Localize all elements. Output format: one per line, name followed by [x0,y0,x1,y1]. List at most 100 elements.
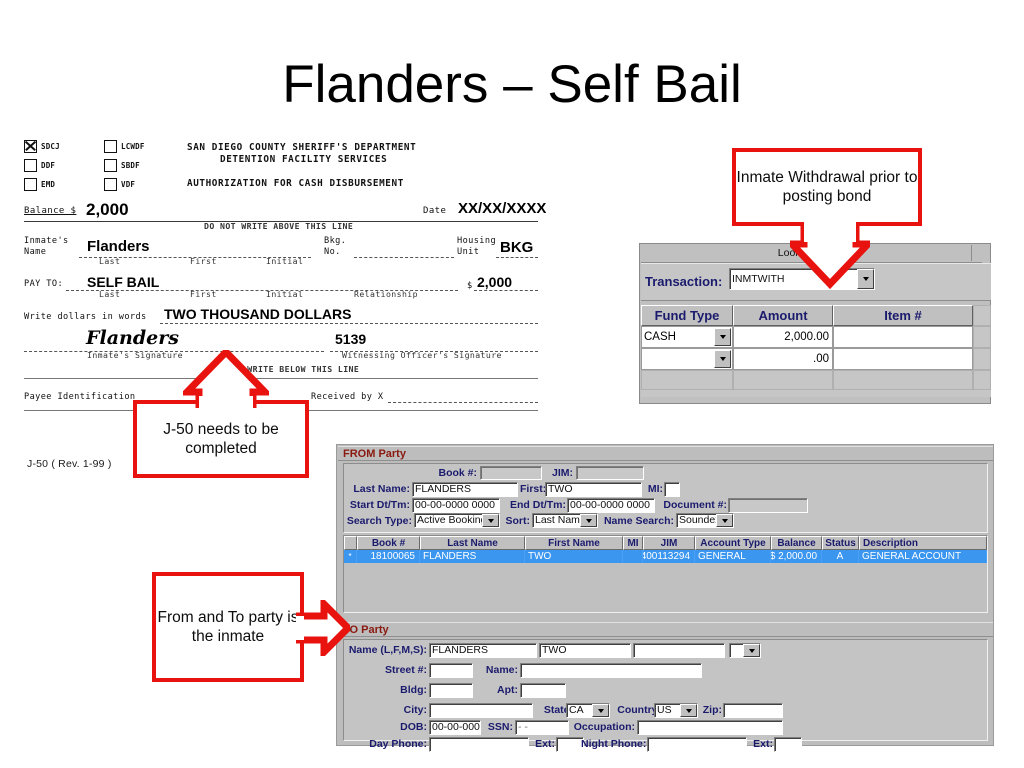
fund-grid-row-2-chevron-down-icon[interactable] [714,350,731,368]
checkbox-sbdf-icon[interactable] [104,159,117,172]
checkbox-row-sdcj[interactable]: SDCJ [24,140,60,153]
bldg-label: Bldg: [400,684,427,696]
name-search-label: Name Search: [603,515,674,527]
balance-label: Balance $ [24,206,77,216]
ssn-input[interactable]: - - [515,720,569,735]
callout-inmate-withdrawal-text: Inmate Withdrawal prior to posting bond [736,168,918,205]
results-grid-header-description[interactable]: Description [859,536,987,550]
balance-value: 2,000 [86,200,129,219]
fund-grid-row-2-item[interactable] [833,348,973,370]
fund-grid-row-1-filler [973,326,991,348]
checkbox-row-sbdf[interactable]: SBDF [104,159,140,172]
ssn-value: - - [518,721,528,733]
jim-input[interactable] [576,466,644,480]
day-ext-input[interactable] [556,737,584,752]
checkbox-ddf-icon[interactable] [24,159,37,172]
results-grid-header-row: Book # Last Name First Name MI JIM Accou… [344,536,987,550]
to-name-suffix-chevron-down-icon[interactable] [743,644,760,657]
checkbox-vdf-icon[interactable] [104,178,117,191]
fund-grid-row-2-filler [973,348,991,370]
fund-grid-row-1-fund-type-value: CASH [644,331,676,343]
payto-amount-symbol: $ [467,281,473,291]
to-name-suffix-select[interactable] [729,643,761,658]
checkbox-row-lcwdf[interactable]: LCWDF [104,140,145,153]
divider-housing-unit [496,257,538,258]
checkbox-row-ddf[interactable]: DDF [24,159,55,172]
fund-grid-row-1-chevron-down-icon[interactable] [714,328,731,346]
book-number-input[interactable] [480,466,542,480]
results-grid-header-mi[interactable]: MI [623,536,643,550]
name-search-chevron-down-icon[interactable] [716,514,733,527]
results-row-mi [623,550,643,563]
country-chevron-down-icon[interactable] [680,704,697,717]
received-by-label: Received by X [311,392,384,402]
street-name-input[interactable] [520,663,702,678]
fund-grid-row-1-fund-type[interactable]: CASH [641,326,733,348]
dob-input[interactable]: 00-00-0000 [429,720,481,735]
party-panel: FROM Party Book #: JIM: Last Name: FLAND… [336,444,994,752]
fund-grid-header-item: Item # [833,305,973,326]
day-phone-label: Day Phone: [369,738,427,750]
bldg-input[interactable] [429,683,473,698]
search-type-chevron-down-icon[interactable] [482,514,499,527]
night-ext-input[interactable] [774,737,802,752]
search-type-select[interactable]: Active Bookings [414,513,500,528]
fund-grid-header-amount: Amount [733,305,833,326]
inmate-name-value: Flanders [87,238,150,255]
state-chevron-down-icon[interactable] [592,704,609,717]
end-datetime-input[interactable]: 00-00-0000 0000 [567,498,655,513]
fund-grid-empty-fund-type [641,370,733,390]
results-grid-header-first-name[interactable]: First Name [525,536,623,550]
fund-grid-header-fund-type: Fund Type [641,305,733,326]
occupation-input[interactable] [637,720,783,735]
mi-input[interactable] [664,482,680,497]
city-input[interactable] [429,703,533,718]
write-dollars-value: TWO THOUSAND DOLLARS [164,306,352,322]
first-name-input[interactable]: TWO [545,482,642,497]
results-grid-header-last-name[interactable]: Last Name [420,536,525,550]
results-grid-header-marker[interactable] [344,536,357,550]
date-value: XX/XX/XXXX [458,200,547,217]
sort-chevron-down-icon[interactable] [580,514,597,527]
table-row[interactable]: * 18100065 FLANDERS TWO 400113294 GENERA… [344,550,987,563]
name-search-select[interactable]: Soundex [676,513,734,528]
fund-grid-row-1-amount[interactable]: 2,000.00 [733,326,833,348]
fund-grid-empty-filler [973,370,991,390]
results-grid-header-account-type[interactable]: Account Type [695,536,771,550]
results-row-jim: 400113294 [643,550,695,563]
fund-grid-row-2-amount[interactable]: .00 [733,348,833,370]
results-grid[interactable]: Book # Last Name First Name MI JIM Accou… [343,535,988,613]
night-phone-input[interactable] [647,737,747,752]
checkbox-emd-icon[interactable] [24,178,37,191]
state-select[interactable]: CA [566,703,610,718]
day-phone-input[interactable] [429,737,529,752]
form-revision-label: J-50 ( Rev. 1-99 ) [27,458,112,470]
results-grid-header-book[interactable]: Book # [357,536,420,550]
last-name-input[interactable]: FLANDERS [412,482,518,497]
document-number-input[interactable] [728,498,808,513]
start-datetime-input[interactable]: 00-00-0000 0000 [412,498,500,513]
results-grid-header-status[interactable]: Status [822,536,859,550]
night-phone-label: Night Phone: [581,738,647,750]
checkbox-sdcj-icon[interactable] [24,140,37,153]
checkbox-row-vdf[interactable]: VDF [104,178,135,191]
last-name-label: Last Name: [353,483,410,495]
sort-select[interactable]: Last Name [532,513,598,528]
country-value: US [657,704,672,716]
checkbox-row-emd[interactable]: EMD [24,178,55,191]
inmate-name-sub-last: Last [99,256,121,266]
results-grid-header-balance[interactable]: Balance [771,536,822,550]
apt-input[interactable] [520,683,566,698]
results-grid-header-jim[interactable]: JIM [643,536,695,550]
start-datetime-label: Start Dt/Tm: [349,499,410,511]
fund-grid-row-2-fund-type[interactable] [641,348,733,370]
street-number-input[interactable] [429,663,473,678]
fund-grid-row-1-item[interactable] [833,326,973,348]
country-select[interactable]: US [654,703,698,718]
zip-input[interactable] [723,703,783,718]
to-name-last-input[interactable]: FLANDERS [429,643,537,658]
inmate-signature-label: Inmate's Signature [87,350,183,360]
to-name-middle-input[interactable] [633,643,725,658]
checkbox-lcwdf-icon[interactable] [104,140,117,153]
to-name-first-input[interactable]: TWO [539,643,631,658]
